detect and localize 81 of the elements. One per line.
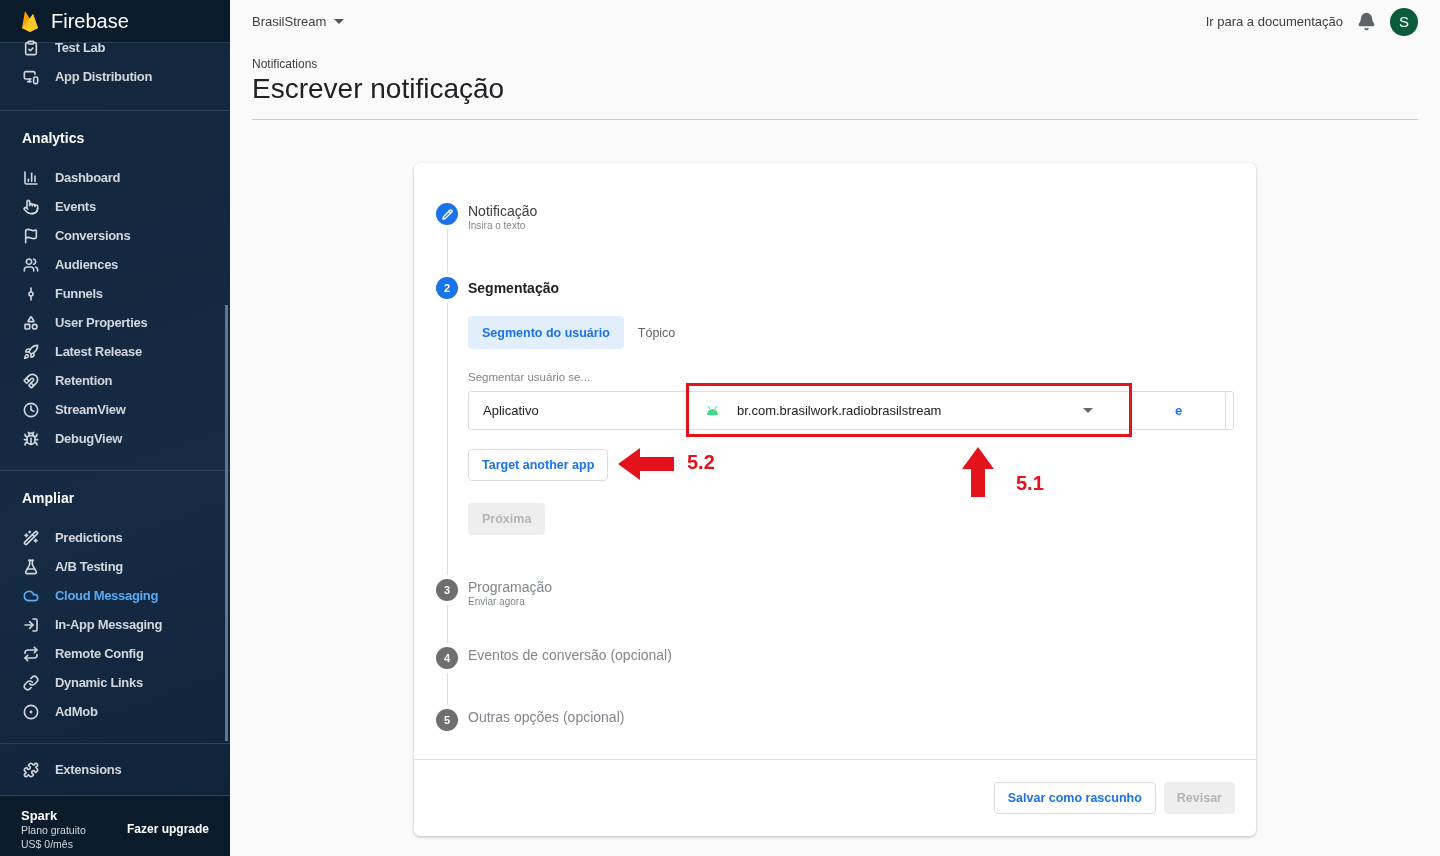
nav-icon (23, 703, 39, 720)
nav-item[interactable]: Audiences (0, 250, 230, 279)
upgrade-button[interactable]: Fazer upgrade (126, 822, 209, 836)
plan-price: US$ 0/mês (21, 836, 74, 851)
nav-icon (23, 558, 39, 575)
nav-item[interactable]: Retention (0, 366, 230, 395)
android-icon (706, 405, 719, 416)
nav-item[interactable]: Test Lab (0, 33, 230, 62)
plan-description: Plano gratuito (21, 823, 86, 837)
nav-icon (23, 529, 39, 546)
brand-name: Firebase (51, 9, 129, 33)
nav-item[interactable]: A/B Testing (0, 552, 230, 581)
caret-icon (1083, 408, 1093, 413)
nav-icon (23, 645, 39, 662)
nav-item[interactable]: User Properties (0, 308, 230, 337)
nav-item[interactable]: Cloud Messaging (0, 581, 230, 610)
nav-icon (23, 39, 39, 56)
nav-item[interactable]: Dashboard (0, 163, 230, 192)
nav-item[interactable]: Extensions (0, 755, 230, 784)
nav-icon (23, 198, 39, 215)
save-draft-button[interactable]: Salvar como rascunho (993, 782, 1156, 814)
nav-icon (23, 68, 39, 85)
nav-item[interactable]: Latest Release (0, 337, 230, 366)
breadcrumb: Notifications (252, 57, 319, 71)
step-number: 5 (436, 709, 458, 731)
nav-item[interactable]: App Distribution (0, 62, 230, 91)
nav-icon (23, 761, 39, 778)
annotation-label: 5.2 (687, 451, 715, 474)
nav-icon (23, 372, 39, 389)
target-app-button[interactable]: Target another app (468, 449, 609, 481)
nav-icon (23, 169, 39, 186)
nav-item[interactable]: Predictions (0, 523, 230, 552)
page-title: Escrever notificação (252, 73, 506, 105)
nav-item[interactable]: Conversions (0, 221, 230, 250)
nav-icon (23, 430, 39, 447)
step-subtitle: Enviar agora (468, 596, 526, 607)
project-selector[interactable]: BrasilStream (252, 14, 345, 29)
scrollbar[interactable] (225, 305, 228, 741)
step-number: 3 (436, 579, 458, 601)
field-label: Segmentar usuário se... (468, 371, 592, 383)
nav-icon (23, 587, 39, 604)
nav-icon (23, 227, 39, 244)
nav-icon (23, 343, 39, 360)
nav-item[interactable]: Events (0, 192, 230, 221)
nav-item[interactable]: DebugView (0, 424, 230, 453)
nav-icon (23, 256, 39, 273)
segment-tab[interactable]: Segmento do usuário (468, 316, 624, 349)
step-number: 4 (436, 647, 458, 669)
section-title: Ampliar (21, 490, 76, 508)
nav-item[interactable]: In-App Messaging (0, 610, 230, 639)
up-arrow (962, 447, 994, 497)
nav-icon (23, 674, 39, 691)
nav-icon (23, 314, 39, 331)
annotation-label: 5.1 (1016, 472, 1044, 495)
step-title: Programação (468, 579, 554, 595)
step-number: 2 (436, 277, 458, 299)
step-title: Segmentação (468, 279, 561, 296)
app-dropdown[interactable]: br.com.brasilwork.radiobrasilstream (687, 392, 1131, 429)
step-title: Eventos de conversão (opcional) (468, 647, 673, 663)
flame-logo-icon (21, 9, 39, 33)
nav-item[interactable]: StreamView (0, 395, 230, 424)
nav-item[interactable]: AdMob (0, 697, 230, 726)
condition-cell[interactable]: Aplicativo (469, 392, 687, 429)
step-subtitle: Insira o texto (468, 220, 527, 231)
and-link[interactable]: e (1131, 392, 1226, 429)
docs-link[interactable]: Ir para a documentação (1205, 14, 1343, 29)
nav-item[interactable]: Dynamic Links (0, 668, 230, 697)
step-title: Notificação (468, 203, 539, 219)
plan-name: Spark (21, 807, 59, 823)
nav-item[interactable]: Funnels (0, 279, 230, 308)
section-title: Analytics (21, 130, 86, 148)
avatar[interactable]: S (1390, 7, 1418, 36)
segment-tab[interactable]: Tópico (623, 316, 690, 349)
caret-icon (334, 19, 345, 24)
nav-icon (23, 616, 39, 633)
left-arrow (618, 448, 674, 480)
nav-item[interactable]: Remote Config (0, 639, 230, 668)
pencil-icon (441, 208, 453, 220)
nav-icon (23, 401, 39, 418)
notifications-icon[interactable] (1357, 12, 1376, 31)
step-title: Outras opções (opcional) (468, 709, 626, 725)
